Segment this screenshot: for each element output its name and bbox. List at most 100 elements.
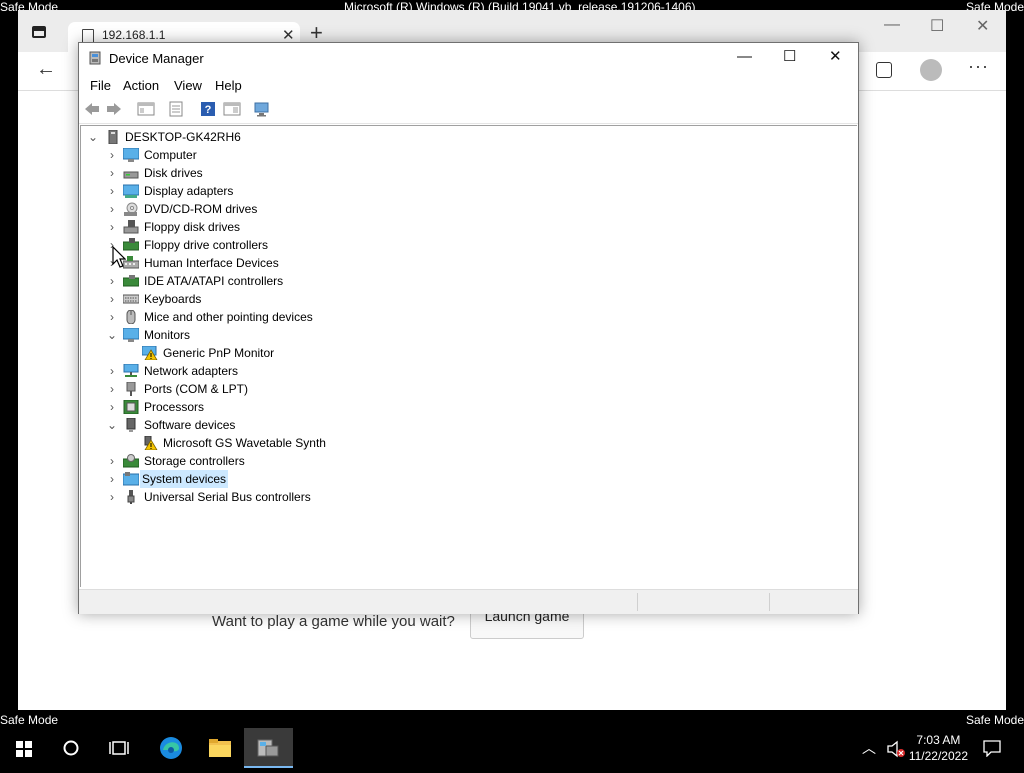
tree-item-processors[interactable]: › Processors xyxy=(81,398,856,416)
clock-time: 7:03 AM xyxy=(916,733,961,747)
back-arrow-icon[interactable]: ← xyxy=(36,58,56,81)
tree-item-label: Floppy disk drives xyxy=(144,220,241,234)
tree-item-label: System devices xyxy=(140,470,229,488)
tree-item-label: Universal Serial Bus controllers xyxy=(144,490,311,504)
tree-item-display-adapters[interactable]: › Display adapters xyxy=(81,182,856,200)
minimize-icon[interactable]: — xyxy=(737,49,752,65)
tree-item-generic-pnp-monitor[interactable]: Generic PnP Monitor xyxy=(81,344,856,362)
chevron-right-icon[interactable]: › xyxy=(106,290,118,308)
show-hide-console-tree-icon[interactable] xyxy=(137,101,155,117)
help-icon[interactable]: ? xyxy=(199,101,217,117)
status-bar xyxy=(79,589,858,614)
close-icon[interactable]: ✕ xyxy=(976,16,989,36)
floppy-disk-icon xyxy=(123,220,139,234)
tree-root[interactable]: ⌄ DESKTOP-GK42RH6 xyxy=(81,128,856,146)
tree-item-ide-controllers[interactable]: › IDE ATA/ATAPI controllers xyxy=(81,272,856,290)
notification-icon[interactable] xyxy=(982,739,1002,757)
usb-icon xyxy=(127,490,135,504)
menu-view[interactable]: View xyxy=(174,78,202,93)
chevron-right-icon[interactable]: › xyxy=(106,272,118,290)
chevron-right-icon[interactable]: › xyxy=(106,470,118,488)
properties-icon[interactable] xyxy=(167,101,185,117)
tree-item-label: Monitors xyxy=(144,328,191,342)
disk-drive-icon xyxy=(123,171,139,179)
action-pane-icon[interactable] xyxy=(223,101,241,117)
tree-item-human-interface-devices[interactable]: › Human Interface Devices xyxy=(81,254,856,272)
tab-actions-icon[interactable] xyxy=(32,26,46,38)
title-bar: Device Manager — ☐ ✕ xyxy=(79,43,858,73)
menu-help[interactable]: Help xyxy=(215,78,242,93)
chevron-right-icon[interactable]: › xyxy=(106,398,118,416)
menu-action[interactable]: Action xyxy=(123,78,159,93)
clock-date: 11/22/2022 xyxy=(908,749,968,763)
root-computer-name: DESKTOP-GK42RH6 xyxy=(125,130,241,144)
edge-browser-icon[interactable] xyxy=(157,728,185,768)
forward-icon[interactable] xyxy=(105,101,123,117)
chevron-right-icon[interactable]: › xyxy=(106,218,118,236)
chevron-right-icon[interactable]: › xyxy=(106,146,118,164)
tree-item-network-adapters[interactable]: › Network adapters xyxy=(81,362,856,380)
status-divider xyxy=(637,593,638,611)
tree-item-software-devices[interactable]: ⌄ Software devices xyxy=(81,416,856,434)
back-icon[interactable] xyxy=(83,101,101,117)
minimize-icon[interactable]: — xyxy=(884,16,900,34)
new-tab-icon[interactable]: + xyxy=(310,22,323,44)
chevron-right-icon[interactable]: › xyxy=(106,200,118,218)
processor-icon xyxy=(123,400,139,414)
tree-item-floppy-drive-controllers[interactable]: › Floppy drive controllers xyxy=(81,236,856,254)
chevron-right-icon[interactable]: › xyxy=(106,452,118,470)
tree-item-dvd-drives[interactable]: › DVD/CD-ROM drives xyxy=(81,200,856,218)
tree-item-floppy-disk-drives[interactable]: › Floppy disk drives xyxy=(81,218,856,236)
search-icon[interactable] xyxy=(61,728,81,768)
more-options-icon[interactable]: ··· xyxy=(968,56,989,77)
menu-bar: File Action View Help xyxy=(79,73,858,95)
start-windows-icon[interactable] xyxy=(14,728,34,768)
collections-icon[interactable] xyxy=(876,62,892,78)
close-icon[interactable]: ✕ xyxy=(829,49,842,65)
dvd-drive-icon xyxy=(124,202,138,216)
maximize-icon[interactable]: ☐ xyxy=(783,49,796,65)
system-clock[interactable]: 7:03 AM 11/22/2022 xyxy=(909,732,968,764)
tree-item-keyboards[interactable]: › Keyboards xyxy=(81,290,856,308)
chevron-right-icon[interactable]: › xyxy=(106,380,118,398)
task-view-icon[interactable] xyxy=(108,728,130,768)
chevron-right-icon[interactable]: › xyxy=(106,182,118,200)
device-manager-window: Device Manager — ☐ ✕ File Action View He… xyxy=(78,42,859,614)
svg-text:?: ? xyxy=(205,104,212,116)
tree-item-system-devices[interactable]: › System devices xyxy=(81,470,856,488)
tree-item-monitors[interactable]: ⌄ Monitors xyxy=(81,326,856,344)
tree-item-label: Ports (COM & LPT) xyxy=(144,382,249,396)
device-manager-taskbar-button[interactable] xyxy=(244,728,293,768)
page-icon xyxy=(82,29,94,43)
computer-tower-icon xyxy=(108,130,118,144)
tree-item-mice[interactable]: › Mice and other pointing devices xyxy=(81,308,856,326)
chevron-right-icon[interactable]: › xyxy=(106,362,118,380)
maximize-icon[interactable]: ☐ xyxy=(930,16,944,36)
warning-icon xyxy=(142,346,158,360)
chevron-down-icon[interactable]: ⌄ xyxy=(87,128,99,146)
tree-item-wavetable-synth[interactable]: Microsoft GS Wavetable Synth xyxy=(81,434,856,452)
volume-muted-icon[interactable] xyxy=(886,740,906,758)
window-title: Device Manager xyxy=(109,51,204,66)
chevron-right-icon[interactable]: › xyxy=(106,308,118,326)
chevron-right-icon[interactable]: › xyxy=(106,488,118,506)
tree-item-usb-controllers[interactable]: › Universal Serial Bus controllers xyxy=(81,488,856,506)
chevron-down-icon[interactable]: ⌄ xyxy=(106,326,118,344)
software-device-icon xyxy=(126,418,136,432)
tree-item-label: IDE ATA/ATAPI controllers xyxy=(144,274,284,288)
network-adapter-icon xyxy=(123,364,139,377)
tree-item-label: Keyboards xyxy=(144,292,202,306)
profile-avatar[interactable] xyxy=(920,59,942,81)
tree-item-disk-drives[interactable]: › Disk drives xyxy=(81,164,856,182)
chevron-right-icon[interactable]: › xyxy=(106,164,118,182)
chevron-down-icon[interactable]: ⌄ xyxy=(106,416,118,434)
tree-item-ports[interactable]: › Ports (COM & LPT) xyxy=(81,380,856,398)
chevron-up-icon[interactable]: ︿ xyxy=(862,738,876,758)
game-prompt: Want to play a game while you wait? xyxy=(212,613,455,630)
scan-hardware-icon[interactable] xyxy=(253,101,271,117)
storage-controller-icon xyxy=(123,454,139,468)
file-explorer-icon[interactable] xyxy=(206,728,234,768)
tree-item-computer[interactable]: › Computer xyxy=(81,146,856,164)
menu-file[interactable]: File xyxy=(90,78,111,93)
tree-item-storage-controllers[interactable]: › Storage controllers xyxy=(81,452,856,470)
